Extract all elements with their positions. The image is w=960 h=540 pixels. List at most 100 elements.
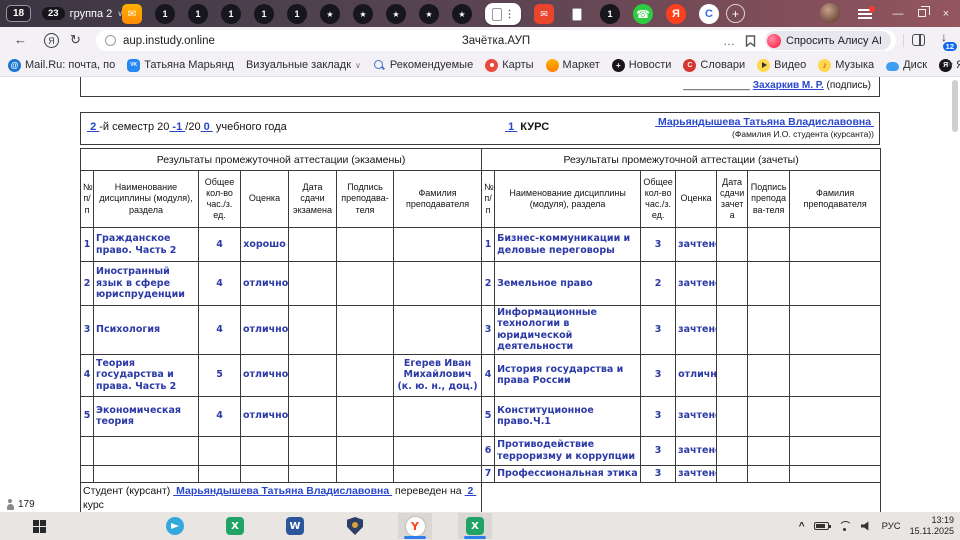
bookmark-item[interactable]: @Mail.Ru: почта, по [8,59,115,72]
alice-tab-icon[interactable]: ★ [386,4,406,24]
tray-chevron-icon[interactable]: ^ [799,521,805,532]
address-bar[interactable]: aup.instudy.online Зачётка.АУП … Спросит… [96,30,896,51]
scrollbar-thumb[interactable] [952,80,958,132]
document-tab-icon[interactable] [567,4,587,24]
clock[interactable]: 13:19 15.11.2025 [910,515,954,537]
table-cell [717,354,748,396]
chat-tab-icon[interactable]: 1 [155,4,175,24]
alice-tab-icon[interactable]: ★ [452,4,472,24]
bookmark-item[interactable]: Визуальные закладк ∨ [246,59,361,71]
tab-menu-icon[interactable]: ⋮ [505,9,515,20]
bookmark-label: Рекомендуемые [390,59,473,71]
link[interactable]: 2 [465,485,477,497]
screen: 18 23 группа 2 ∨ ✉11111★★★★★⋮✉1☎ЯС + — ×… [0,0,960,540]
table-cell [337,306,394,355]
link[interactable]: Захаркив М. Р. [753,80,824,91]
chat-tab-icon[interactable]: 1 [254,4,274,24]
new-tab-button[interactable]: + [726,4,745,23]
link[interactable]: 0 [201,121,213,133]
protect-shield-icon [105,35,116,46]
link[interactable]: -1 [169,121,185,133]
table-cell [790,465,881,482]
previous-table-signature: ____________ Захаркив М. Р. (подпись) [80,77,880,97]
table-cell [81,465,94,482]
url-text[interactable]: aup.instudy.online [123,35,215,47]
mail-badge-tab-icon[interactable]: ✉ [534,4,554,24]
word-app[interactable]: W [278,513,312,539]
table-cell [748,306,790,355]
chat-tab-icon[interactable]: 1 [221,4,241,24]
table-cell [748,262,790,306]
market-icon [546,59,559,72]
excel-app-2[interactable]: X [458,513,492,539]
restore-button[interactable] [910,8,934,20]
bookmark-item[interactable]: Маркет [546,59,600,72]
wifi-icon[interactable] [838,521,852,531]
start-button[interactable] [22,513,56,539]
ask-alice-button[interactable]: Спросить Алису AI [765,31,891,50]
battery-icon[interactable] [814,522,829,530]
bookmark-item[interactable]: ССловари [683,59,745,72]
section-title: Результаты промежуточной аттестации (зач… [482,149,881,171]
bookmark-item[interactable]: VKТатьяна Марьянд [127,59,234,72]
minimize-button[interactable]: — [886,8,910,20]
close-button[interactable]: × [934,8,958,20]
chat-tab-icon[interactable]: 1 [188,4,208,24]
yandex-tab-icon[interactable]: Я [666,4,686,24]
service-tab-icon[interactable]: С [699,4,719,24]
grade-table: Результаты промежуточной аттестации (экз… [80,148,881,540]
more-icon[interactable]: … [723,34,736,48]
dict-icon: С [683,59,696,72]
alice-tab-icon[interactable]: ★ [419,4,439,24]
alice-tab-icon[interactable]: ★ [353,4,373,24]
bookmark-flag-icon[interactable] [745,35,756,47]
refresh-button[interactable]: ↻ [70,32,81,48]
bookmark-item[interactable]: +Новости [612,59,672,72]
active-tab[interactable]: ⋮ [485,3,521,25]
table-cell: хорошо [241,228,289,262]
table-row: 2Иностранный язык в сфере юриспруденции4… [81,262,881,306]
alice-tab-icon[interactable]: ★ [320,4,340,24]
link[interactable]: 1 [505,121,517,133]
excel-app[interactable]: X [218,513,252,539]
language-indicator[interactable]: РУС [882,521,901,532]
link[interactable]: 2 [87,121,99,133]
tab-count-badge[interactable]: 18 [6,5,31,22]
downloads-button[interactable]: ↓12 [936,30,952,48]
link[interactable]: Марьяндышева Татьяна Владиславовна [173,485,392,497]
excel-app-2-icon: X [466,517,484,535]
whatsapp-tab-icon[interactable]: ☎ [633,4,653,24]
profile-avatar[interactable] [820,3,840,23]
bookmark-item[interactable]: Карты [485,59,533,72]
table-cell: 7 [482,465,495,482]
back-button[interactable]: ← [14,32,27,47]
security-app[interactable] [338,513,372,539]
mail-tab-icon[interactable]: ✉ [122,4,142,24]
table-cell [81,436,94,465]
yandex-home-button[interactable]: Я [44,33,59,48]
table-cell [289,228,337,262]
browser-menu-icon[interactable] [858,9,872,19]
column-header-row: № п/пНаименование дисциплины (модуля), р… [81,171,881,228]
tab-group-label: группа 2 [70,8,113,20]
search-icon [373,59,386,72]
bookmark-item[interactable]: Диск [886,59,927,71]
yandex-browser-app[interactable]: Y [398,513,432,539]
bookmark-label: Визуальные закладк [246,59,351,71]
chat-tab-icon[interactable]: 1 [600,4,620,24]
table-cell: 4 [199,306,241,355]
link[interactable]: Марьяндышева Татьяна Владиславовна [655,116,874,128]
side-panel-icon[interactable] [912,34,925,46]
table-row: 4Теория государства и права. Часть 25отл… [81,354,881,396]
bookmark-item[interactable]: Видео [757,59,806,72]
tab-group[interactable]: 23 группа 2 ∨ [42,4,123,23]
bookmarks-overflow-icon[interactable]: » [947,58,953,70]
bookmark-item[interactable]: Рекомендуемые [373,59,473,72]
bookmark-item[interactable]: ♪Музыка [818,59,874,72]
telegram-app[interactable] [158,513,192,539]
volume-icon[interactable] [861,521,873,531]
chat-tab-icon[interactable]: 1 [287,4,307,24]
table-cell: отлично [241,354,289,396]
table-cell [337,396,394,436]
chevron-down-icon: ∨ [355,61,361,70]
